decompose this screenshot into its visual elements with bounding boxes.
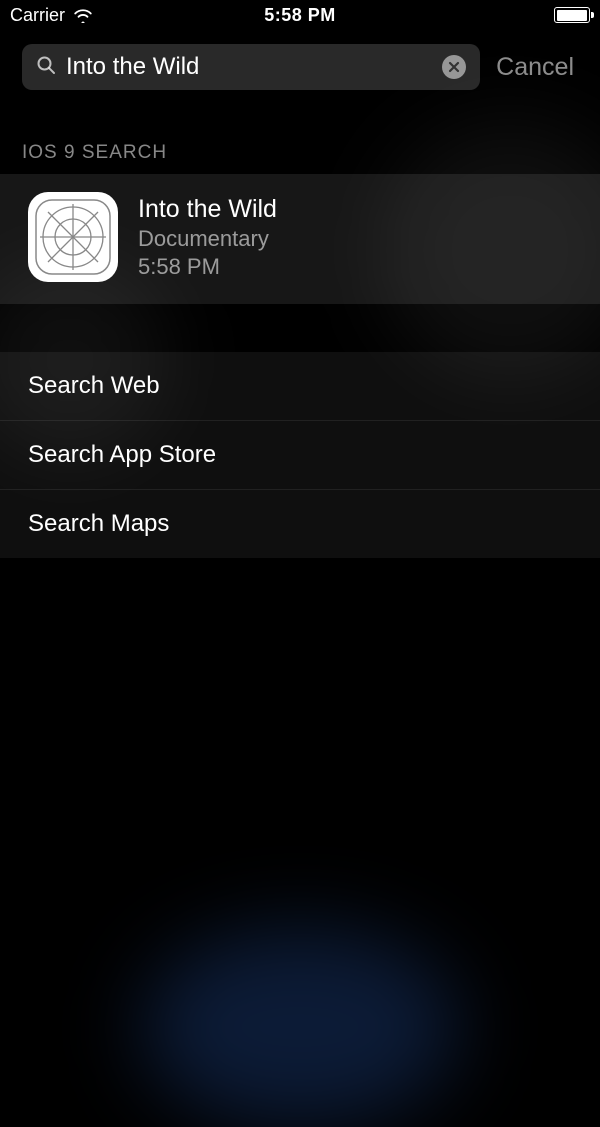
result-time: 5:58 PM [138, 254, 277, 280]
result-title: Into the Wild [138, 195, 277, 224]
search-input[interactable] [66, 53, 432, 81]
search-field[interactable] [22, 44, 480, 90]
app-icon [28, 192, 118, 282]
search-result[interactable]: Into the Wild Documentary 5:58 PM [0, 174, 600, 304]
search-icon [36, 55, 56, 80]
section-header: IOS 9 SEARCH [0, 104, 600, 174]
battery-icon [554, 7, 590, 23]
result-subtitle: Documentary [138, 226, 277, 252]
search-maps-item[interactable]: Search Maps [0, 490, 600, 558]
action-list: Search Web Search App Store Search Maps [0, 352, 600, 558]
search-web-item[interactable]: Search Web [0, 352, 600, 421]
cancel-button[interactable]: Cancel [496, 53, 578, 82]
search-app-store-item[interactable]: Search App Store [0, 421, 600, 490]
status-bar: Carrier 5:58 PM [0, 0, 600, 30]
wifi-icon [73, 8, 93, 23]
close-icon [448, 61, 460, 73]
clear-search-button[interactable] [442, 55, 466, 79]
search-row: Cancel [0, 30, 600, 104]
clock: 5:58 PM [264, 5, 336, 26]
spacer [0, 304, 600, 352]
carrier-label: Carrier [10, 5, 65, 26]
background-glow [140, 927, 460, 1127]
